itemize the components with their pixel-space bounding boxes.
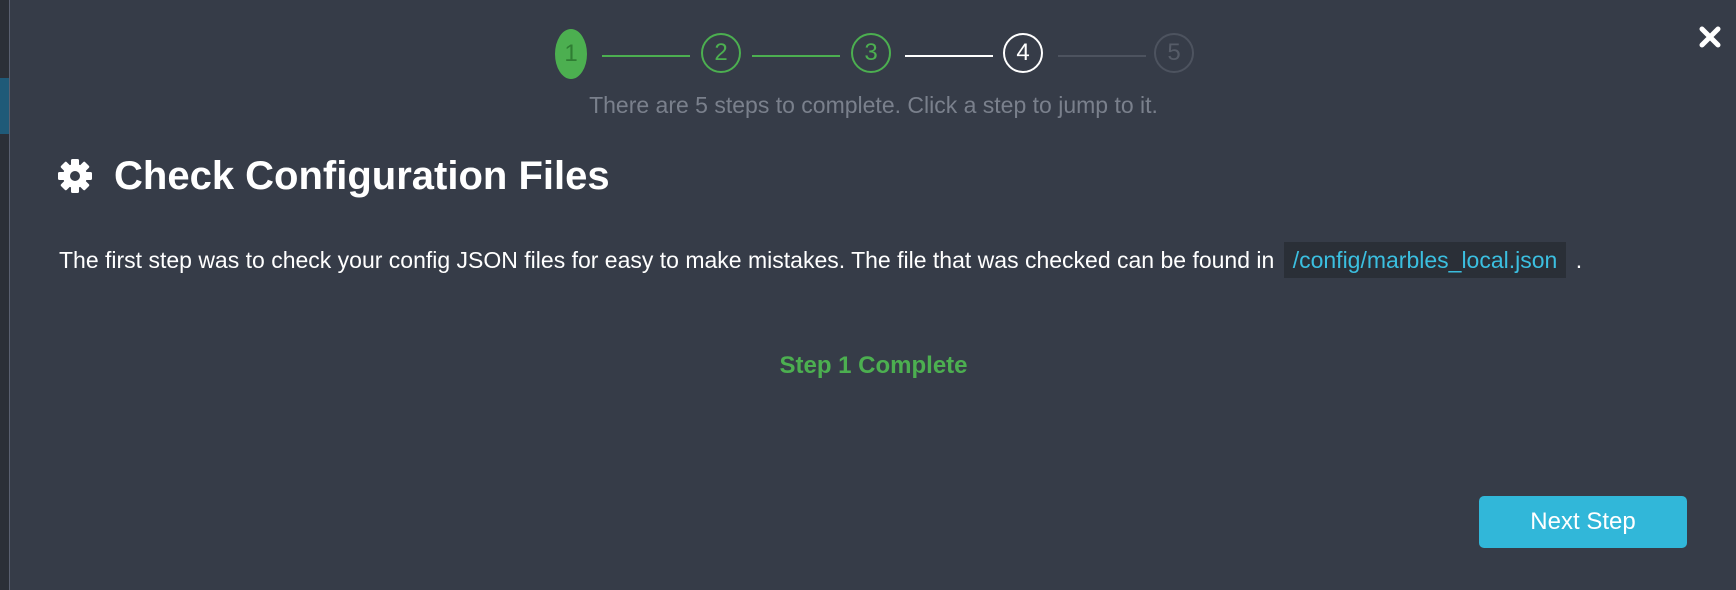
setup-wizard-modal: 1 2 3 4 5 There are 5 steps to complete.…	[9, 0, 1736, 590]
step-connector	[602, 55, 690, 57]
description-end: .	[1575, 247, 1583, 273]
step-progress: 1 2 3 4 5 There are 5 steps to complete.…	[10, 0, 1736, 120]
step-2[interactable]: 2	[701, 33, 741, 73]
step-4[interactable]: 4	[1003, 33, 1043, 73]
step-5[interactable]: 5	[1154, 33, 1194, 73]
step-complete-message: Step 1 Complete	[779, 352, 968, 379]
config-file-path: /config/marbles_local.json	[1283, 242, 1567, 278]
step-3[interactable]: 3	[851, 33, 891, 73]
background-page-edge	[0, 78, 9, 134]
step-connector	[1058, 55, 1146, 57]
description-text: The first step was to check your config …	[59, 247, 1275, 273]
page-title: Check Configuration Files	[114, 153, 610, 198]
title-row: Check Configuration Files	[57, 152, 610, 200]
steps-hint: There are 5 steps to complete. Click a s…	[589, 92, 1158, 118]
step-connector	[752, 55, 840, 57]
step-1[interactable]: 1	[555, 29, 587, 79]
next-step-button[interactable]: Next Step	[1479, 496, 1687, 548]
step-description: The first step was to check your config …	[59, 242, 1582, 278]
step-connector	[905, 55, 993, 57]
step-status: Step 1 Complete	[10, 352, 1736, 380]
gear-icon	[58, 159, 92, 193]
